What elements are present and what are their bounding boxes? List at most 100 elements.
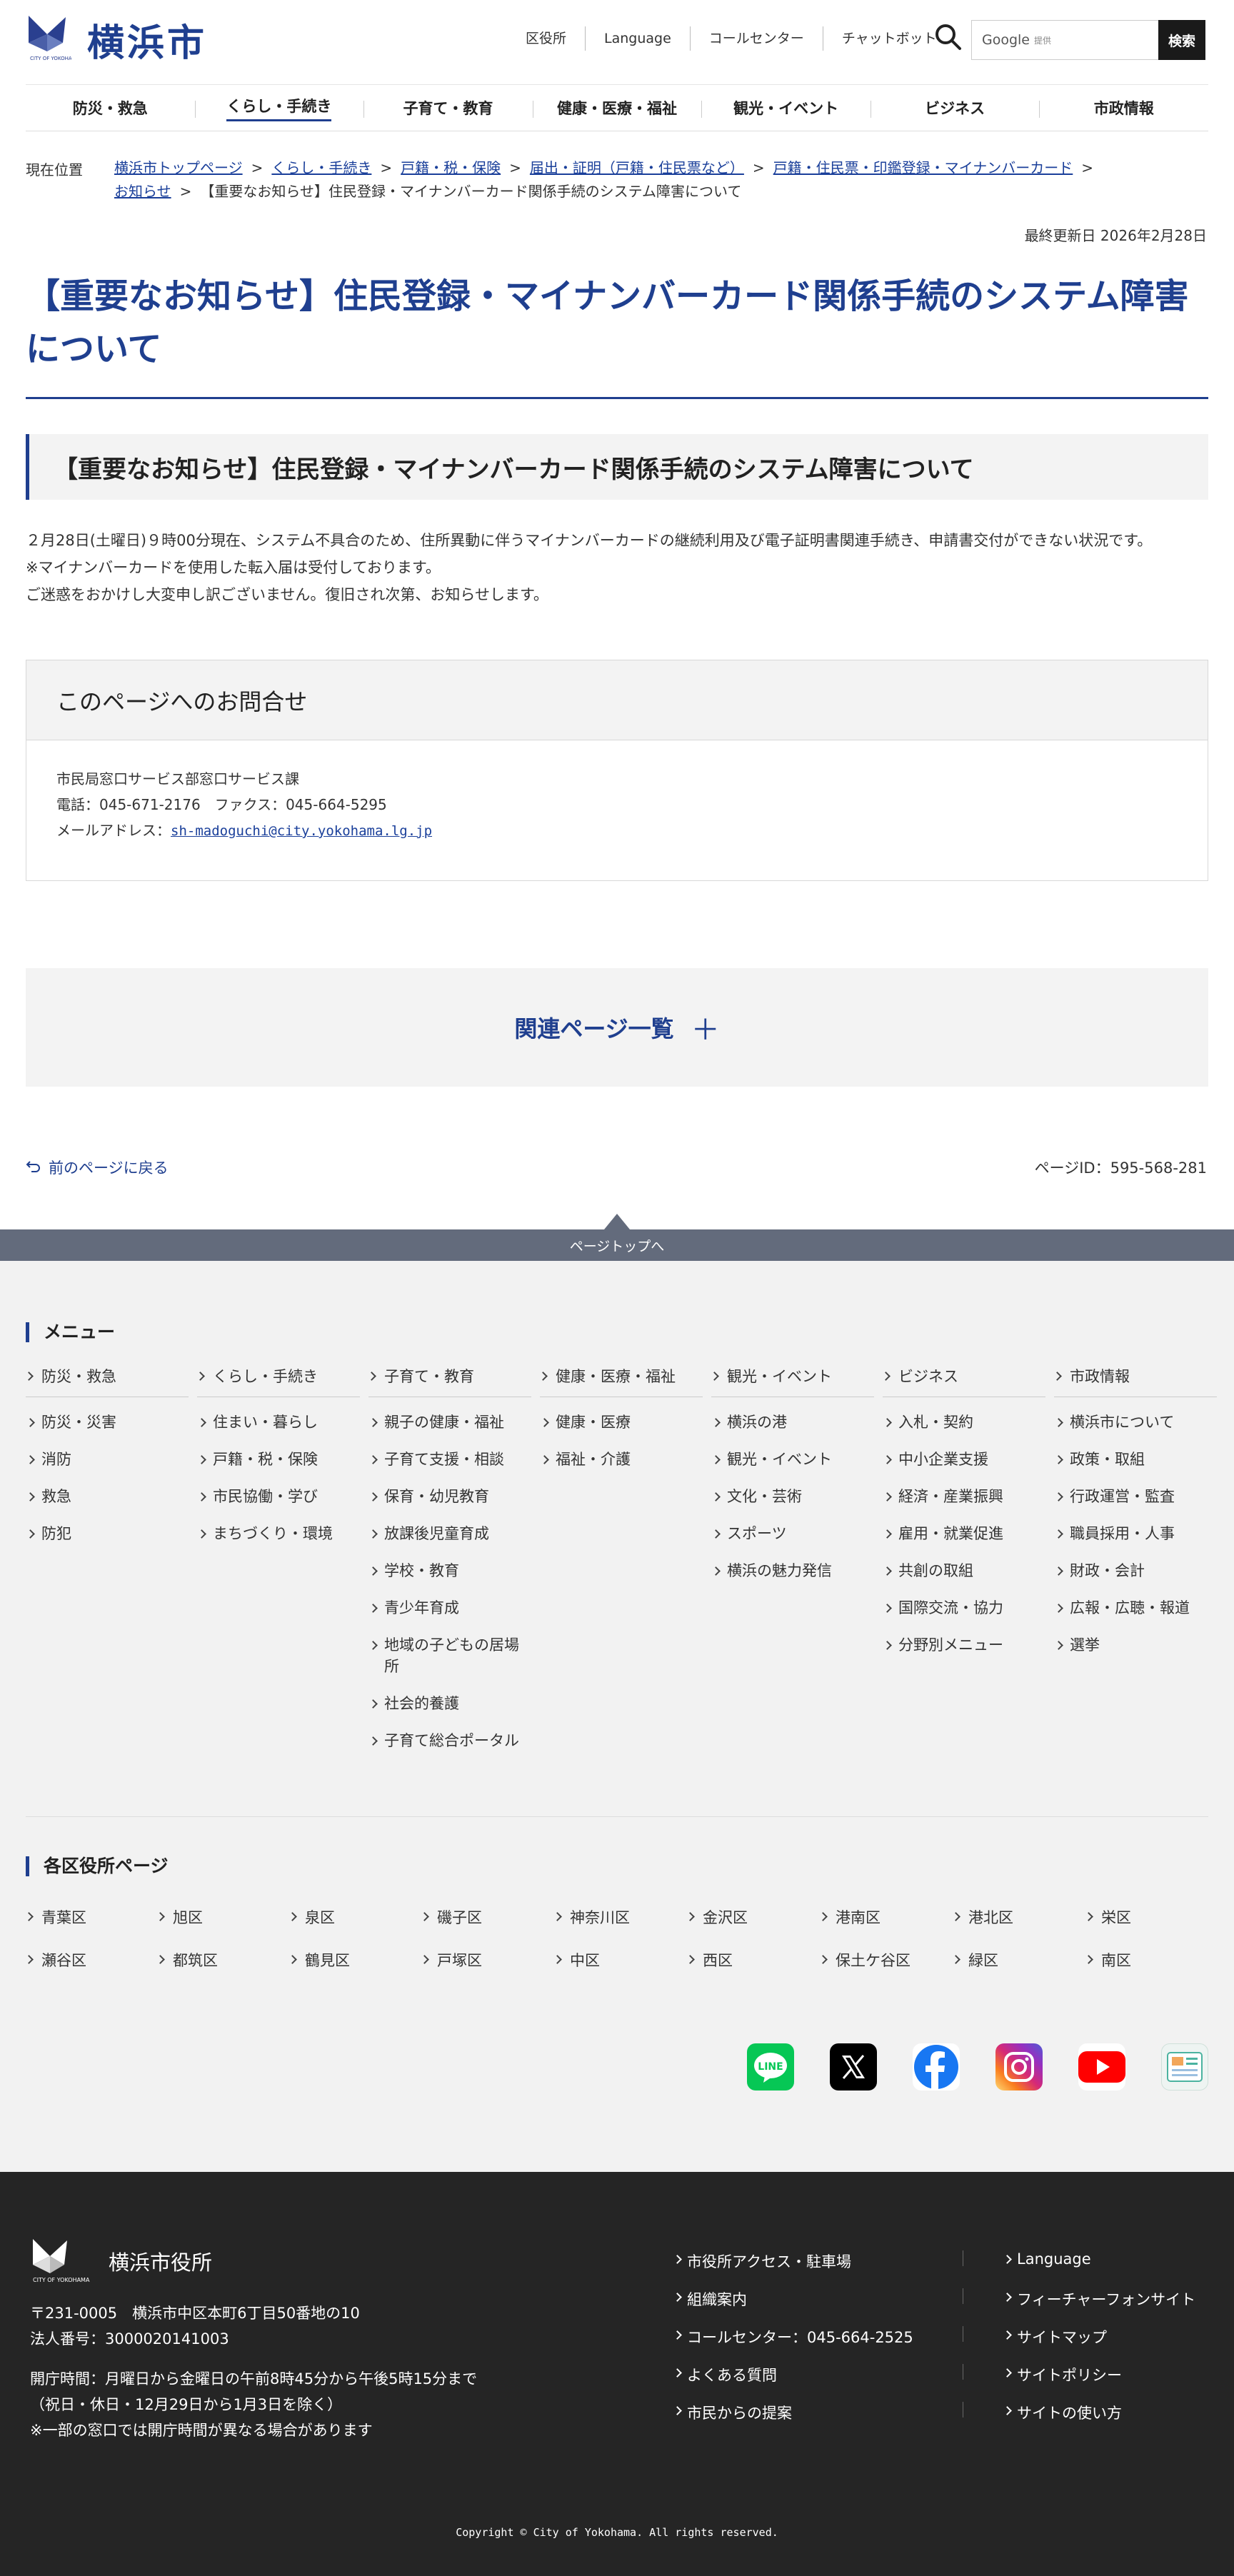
footer-menu-item[interactable]: 雇用・就業促進 — [883, 1516, 1045, 1553]
gnav-business[interactable]: ビジネス — [870, 85, 1040, 131]
footer-menu-item[interactable]: 入札・契約 — [883, 1404, 1045, 1442]
footer-menu-item[interactable]: まちづくり・環境 — [197, 1516, 360, 1553]
util-link-ward-office[interactable]: 区役所 — [507, 26, 585, 51]
ward-link[interactable]: 西区 — [687, 1949, 733, 1971]
search-input[interactable]: Google 提供 — [971, 20, 1158, 60]
ward-link[interactable]: 南区 — [1085, 1949, 1131, 1971]
footer-menu-item[interactable]: 防犯 — [26, 1516, 189, 1553]
breadcrumb-link[interactable]: 横浜市トップページ — [114, 159, 243, 176]
footer-menu-item[interactable]: 放課後児童育成 — [368, 1516, 531, 1553]
footer-menu-item[interactable]: 戸籍・税・保険 — [197, 1442, 360, 1479]
ward-link[interactable]: 磯子区 — [421, 1906, 482, 1928]
x-icon[interactable] — [830, 2043, 877, 2091]
footer-menu-item[interactable]: 政策・取組 — [1054, 1442, 1217, 1479]
footer-menu-item[interactable]: 親子の健康・福祉 — [368, 1404, 531, 1442]
ward-link[interactable]: 中区 — [554, 1949, 600, 1971]
footer-menu-category[interactable]: 市政情報 — [1054, 1365, 1217, 1397]
util-link-language[interactable]: Language — [585, 26, 690, 51]
footer-menu-item[interactable]: 国際交流・協力 — [883, 1590, 1045, 1627]
footer-menu-item[interactable]: 財政・会計 — [1054, 1553, 1217, 1590]
footer-menu-item[interactable]: 横浜の魅力発信 — [711, 1553, 874, 1590]
gnav-disaster[interactable]: 防災・救急 — [26, 85, 195, 131]
footer-menu-item[interactable]: 健康・医療 — [540, 1404, 703, 1442]
ward-link[interactable]: 栄区 — [1085, 1906, 1131, 1928]
breadcrumb-link[interactable]: 届出・証明（戸籍・住民票など） — [530, 159, 744, 176]
footer-menu-item[interactable]: 防災・災害 — [26, 1404, 189, 1442]
breadcrumb-link[interactable]: 戸籍・税・保険 — [401, 159, 501, 176]
site-logo[interactable]: CITY OF YOKOHAMA 横浜市 — [26, 13, 207, 66]
footer-menu-item[interactable]: 社会的養護 — [368, 1686, 531, 1723]
ward-link[interactable]: 神奈川区 — [554, 1906, 630, 1928]
footer-menu-item[interactable]: 青少年育成 — [368, 1590, 531, 1627]
ward-link[interactable]: 旭区 — [157, 1906, 203, 1928]
related-pages-toggle[interactable]: 関連ページ一覧 ＋ — [26, 968, 1208, 1087]
footer-menu-item[interactable]: 行政運営・監査 — [1054, 1479, 1217, 1516]
ward-link[interactable]: 戸塚区 — [421, 1949, 482, 1971]
footer-link-site-policy[interactable]: サイトポリシー — [1004, 2364, 1122, 2385]
footer-link-faq[interactable]: よくある質問 — [674, 2364, 777, 2385]
facebook-icon[interactable] — [913, 2043, 960, 2091]
gnav-childcare[interactable]: 子育て・教育 — [363, 85, 533, 131]
footer-menu-category[interactable]: ビジネス — [883, 1365, 1045, 1397]
ward-link[interactable]: 保土ケ谷区 — [820, 1949, 911, 1971]
gnav-city-info[interactable]: 市政情報 — [1039, 85, 1208, 131]
breadcrumb-link[interactable]: くらし・手続き — [271, 159, 371, 176]
breadcrumb-link[interactable]: お知らせ — [114, 183, 171, 200]
gnav-health[interactable]: 健康・医療・福祉 — [532, 85, 702, 131]
footer-menu-category[interactable]: 観光・イベント — [711, 1365, 874, 1397]
footer-link-feature-phone[interactable]: フィーチャーフォンサイト — [1004, 2288, 1195, 2310]
footer-menu-item[interactable]: 職員採用・人事 — [1054, 1516, 1217, 1553]
footer-menu-item[interactable]: 子育て支援・相談 — [368, 1442, 531, 1479]
footer-menu-item[interactable]: 広報・広聴・報道 — [1054, 1590, 1217, 1627]
footer-menu-item[interactable]: 選挙 — [1054, 1627, 1217, 1664]
footer-menu-item[interactable]: 文化・芸術 — [711, 1479, 874, 1516]
footer-menu-item[interactable]: 消防 — [26, 1442, 189, 1479]
footer-link-how-to-use[interactable]: サイトの使い方 — [1004, 2402, 1122, 2423]
to-top-button[interactable]: ページトップへ — [0, 1229, 1234, 1261]
footer-menu-item[interactable]: 学校・教育 — [368, 1553, 531, 1590]
instagram-icon[interactable] — [995, 2043, 1043, 2091]
footer-link-organization[interactable]: 組織案内 — [674, 2288, 747, 2310]
ward-link[interactable]: 青葉区 — [26, 1906, 86, 1928]
ward-link[interactable]: 鶴見区 — [289, 1949, 350, 1971]
footer-link-proposals[interactable]: 市民からの提案 — [674, 2402, 792, 2423]
breadcrumb-link[interactable]: 戸籍・住民票・印鑑登録・マイナンバーカード — [773, 159, 1073, 176]
youtube-icon[interactable] — [1078, 2043, 1125, 2091]
line-icon[interactable]: LINE — [747, 2043, 794, 2091]
contact-mail-link[interactable]: sh-madoguchi@city.yokohama.lg.jp — [171, 823, 432, 839]
ward-link[interactable]: 緑区 — [953, 1949, 998, 1971]
util-link-call-center[interactable]: コールセンター — [689, 26, 823, 51]
footer-link-access[interactable]: 市役所アクセス・駐車場 — [674, 2250, 851, 2272]
footer-menu-item[interactable]: 共創の取組 — [883, 1553, 1045, 1590]
search-icon[interactable] — [933, 21, 964, 53]
gnav-tourism[interactable]: 観光・イベント — [701, 85, 871, 131]
ward-link[interactable]: 港北区 — [953, 1906, 1013, 1928]
footer-menu-item[interactable]: スポーツ — [711, 1516, 874, 1553]
footer-menu-item[interactable]: 市民協働・学び — [197, 1479, 360, 1516]
search-button[interactable]: 検索 — [1158, 20, 1205, 60]
footer-menu-item[interactable]: 福祉・介護 — [540, 1442, 703, 1479]
footer-menu-item[interactable]: 横浜市について — [1054, 1404, 1217, 1442]
ward-link[interactable]: 泉区 — [289, 1906, 335, 1928]
footer-menu-item[interactable]: 分野別メニュー — [883, 1627, 1045, 1664]
footer-menu-item[interactable]: 地域の子どもの居場所 — [368, 1627, 531, 1686]
back-link[interactable]: 前のページに戻る — [26, 1157, 169, 1178]
news-app-icon[interactable] — [1161, 2043, 1208, 2091]
ward-link[interactable]: 金沢区 — [687, 1906, 748, 1928]
gnav-living[interactable]: くらし・手続き — [194, 85, 364, 131]
footer-menu-category[interactable]: くらし・手続き — [197, 1365, 360, 1397]
footer-menu-item[interactable]: 保育・幼児教育 — [368, 1479, 531, 1516]
footer-menu-item[interactable]: 子育て総合ポータル — [368, 1723, 531, 1760]
footer-menu-category[interactable]: 子育て・教育 — [368, 1365, 531, 1397]
footer-menu-item[interactable]: 観光・イベント — [711, 1442, 874, 1479]
ward-link[interactable]: 瀬谷区 — [26, 1949, 86, 1971]
footer-link-call-center[interactable]: コールセンター：045-664-2525 — [674, 2326, 913, 2348]
footer-link-sitemap[interactable]: サイトマップ — [1004, 2326, 1107, 2348]
ward-link[interactable]: 港南区 — [820, 1906, 881, 1928]
footer-menu-item[interactable]: 住まい・暮らし — [197, 1404, 360, 1442]
footer-menu-item[interactable]: 経済・産業振興 — [883, 1479, 1045, 1516]
footer-menu-item[interactable]: 救急 — [26, 1479, 189, 1516]
footer-menu-category[interactable]: 防災・救急 — [26, 1365, 189, 1397]
footer-menu-item[interactable]: 中小企業支援 — [883, 1442, 1045, 1479]
footer-menu-item[interactable]: 横浜の港 — [711, 1404, 874, 1442]
